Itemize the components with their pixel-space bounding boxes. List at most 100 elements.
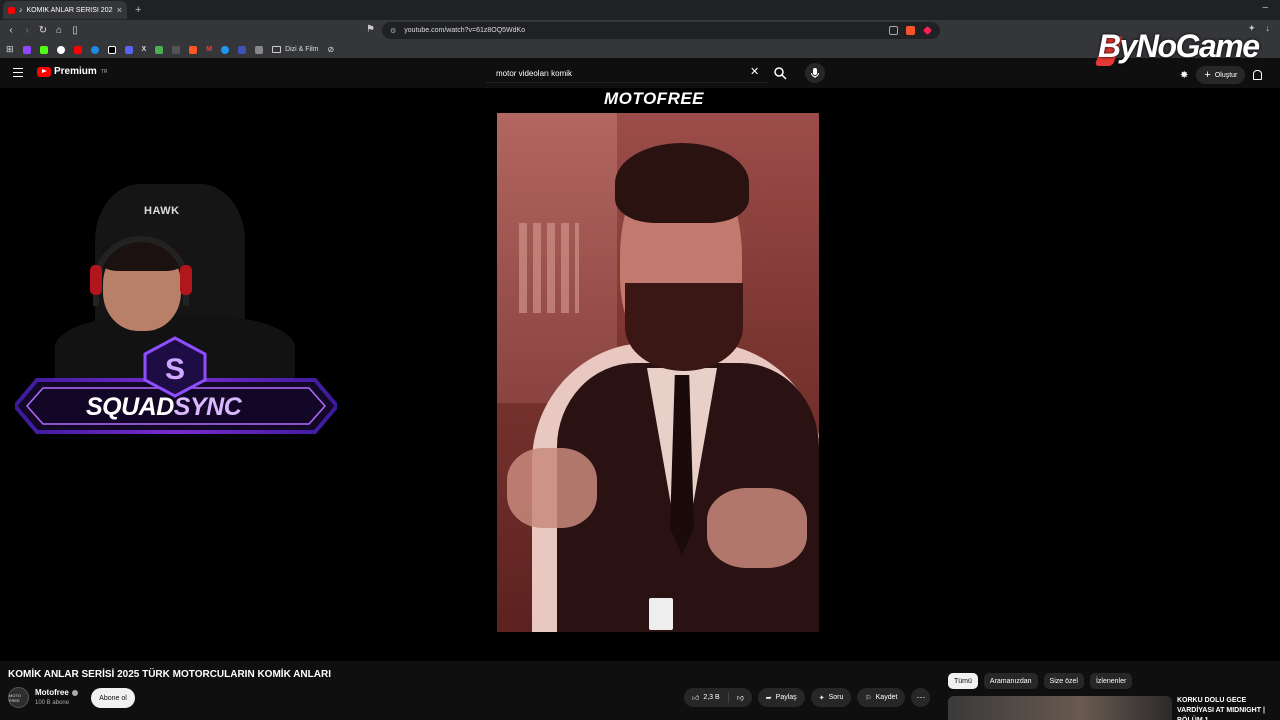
- bookmark-icon[interactable]: [107, 45, 116, 54]
- dislike-button[interactable]: 👎︎: [729, 688, 752, 707]
- home-icon[interactable]: ⌂: [51, 25, 67, 36]
- screen: ♪ KOMİK ANLAR SERİSİ 2025 TÜRK × + – ‹ ›…: [0, 0, 1280, 720]
- menu-icon[interactable]: [13, 68, 23, 77]
- bookmark-icon[interactable]: [238, 45, 247, 54]
- recommendation-thumbnail[interactable]: [948, 696, 1172, 720]
- thumbs-up-icon: 👍︎: [692, 695, 700, 702]
- cast-icon[interactable]: [889, 26, 898, 35]
- search-input[interactable]: motor videoları komik: [486, 64, 768, 83]
- bookmark-icon[interactable]: [73, 45, 82, 54]
- thumbs-down-icon: 👎︎: [736, 695, 744, 702]
- browser-tab[interactable]: ♪ KOMİK ANLAR SERİSİ 2025 TÜRK ×: [3, 1, 127, 19]
- headset-earcup: [90, 265, 102, 295]
- microphone-icon: [811, 68, 819, 78]
- recommendation-title[interactable]: KORKU DOLU GECE VARDİYASI AT MIDNIGHT | …: [1177, 696, 1280, 720]
- create-button[interactable]: + Oluştur: [1196, 66, 1246, 84]
- person-hand: [507, 448, 597, 528]
- sparkle-icon[interactable]: ✸: [1180, 70, 1188, 81]
- search-icon[interactable]: [773, 66, 787, 80]
- chip-watched[interactable]: İzlenenler: [1089, 673, 1133, 689]
- chair-logo: HAWK: [144, 205, 180, 217]
- bookmark-icon[interactable]: [124, 45, 133, 54]
- ask-label: Soru: [828, 694, 844, 701]
- extension-icons: [889, 26, 940, 35]
- bookmark-icon[interactable]: [221, 45, 230, 54]
- person-beard: [625, 283, 743, 371]
- share-button[interactable]: ➦ Paylaş: [757, 688, 805, 707]
- apps-icon[interactable]: ⊞: [6, 44, 14, 55]
- bookmarks-bar: ⊞ X M Dizi & Film ⊘: [0, 41, 1280, 58]
- rewards-icon[interactable]: [923, 26, 932, 35]
- bookmark-icon[interactable]: [56, 45, 65, 54]
- subscriber-count: 100 B abone: [35, 700, 70, 706]
- create-label: Oluştur: [1214, 71, 1238, 79]
- bookmark-icon: ⚐: [865, 694, 872, 702]
- subscribe-button[interactable]: Abone ol: [91, 688, 135, 708]
- id-badge: [649, 598, 673, 630]
- logo-region: TR: [100, 68, 108, 75]
- bookmark-icon[interactable]: [22, 45, 31, 54]
- person-hair: [615, 143, 749, 223]
- folder-icon: [272, 46, 282, 53]
- youtube-header: Premium TR motor videoları komik ✕: [0, 58, 1280, 88]
- bookmark-folder-label: Dizi & Film: [285, 46, 319, 53]
- channel-avatar[interactable]: MOTO FREE: [8, 687, 29, 708]
- share-label: Paylaş: [775, 694, 797, 701]
- chip-for-you[interactable]: Size özel: [1043, 673, 1084, 689]
- bookmark-icon[interactable]: [90, 45, 99, 54]
- bookmark-icon[interactable]: [39, 45, 48, 54]
- bookmark-folder[interactable]: Dizi & Film: [272, 46, 319, 53]
- address-bar[interactable]: ⚙ youtube.com/watch?v=61z8OQ5WdKo: [382, 22, 940, 39]
- youtube-play-icon: [37, 66, 51, 77]
- tab-title: KOMİK ANLAR SERİSİ 2025 TÜRK: [26, 6, 113, 14]
- download-icon[interactable]: ↓: [1266, 23, 1271, 34]
- save-button[interactable]: ⚐ Kaydet: [857, 688, 906, 707]
- forward-icon[interactable]: ›: [19, 25, 35, 36]
- bookmark-icon[interactable]: [155, 45, 164, 54]
- like-count: 2,3 B: [703, 694, 720, 701]
- svg-text:S: S: [165, 353, 185, 386]
- brave-shield-icon[interactable]: [906, 26, 915, 35]
- like-dislike-group: 👍︎ 2,3 B 👎︎: [684, 688, 752, 707]
- site-info-icon[interactable]: ⚙: [390, 27, 396, 35]
- video-watermark-title: MOTOFREE: [604, 89, 705, 108]
- gmail-icon[interactable]: M: [206, 46, 212, 53]
- share-icon: ➦: [765, 694, 772, 702]
- video-frame[interactable]: [497, 113, 819, 632]
- video-actions: 👍︎ 2,3 B 👎︎ ➦ Paylaş ✦ Soru ⚐ Kaydet ⋯: [684, 688, 931, 707]
- person-hand: [707, 488, 807, 568]
- more-options-icon[interactable]: ⋯: [911, 688, 931, 707]
- like-button[interactable]: 👍︎ 2,3 B: [684, 688, 728, 707]
- sparkle-icon: ✦: [818, 694, 825, 702]
- chip-all[interactable]: Tümü: [948, 673, 978, 689]
- bookmark-icon[interactable]: [172, 45, 181, 54]
- split-view-icon[interactable]: ▯: [67, 25, 83, 36]
- plus-icon: +: [1204, 69, 1211, 81]
- voice-search-button[interactable]: [805, 63, 825, 83]
- bookmark-icon[interactable]: [255, 45, 264, 54]
- reload-icon[interactable]: ↻: [35, 25, 51, 36]
- new-tab-icon[interactable]: +: [135, 4, 141, 16]
- clear-search-icon[interactable]: ✕: [750, 65, 759, 78]
- x-icon[interactable]: X: [142, 46, 147, 53]
- chip-from-search[interactable]: Aramanızdan: [983, 673, 1038, 689]
- url-text: youtube.com/watch?v=61z8OQ5WdKo: [404, 27, 526, 34]
- ask-button[interactable]: ✦ Soru: [810, 688, 852, 707]
- channel-name-text: Motofree: [35, 688, 69, 697]
- header-actions: ✸ + Oluştur: [1180, 66, 1263, 84]
- bookmark-globe-icon[interactable]: ⊘: [328, 45, 335, 54]
- bookmark-icon[interactable]: [189, 45, 198, 54]
- squadsync-text: SQUADSYNC: [86, 393, 242, 422]
- back-icon[interactable]: ‹: [3, 25, 19, 36]
- close-tab-icon[interactable]: ×: [117, 5, 122, 15]
- youtube-favicon-icon: [8, 6, 15, 14]
- minimize-icon[interactable]: –: [1262, 2, 1268, 13]
- notifications-bell-icon[interactable]: [1253, 70, 1263, 80]
- youtube-logo[interactable]: Premium TR: [37, 66, 107, 77]
- browser-tab-bar: ♪ KOMİK ANLAR SERİSİ 2025 TÜRK × + –: [0, 0, 1280, 20]
- save-label: Kaydet: [875, 694, 898, 701]
- recommendation-chips: Tümü Aramanızdan Size özel İzlenenler: [948, 673, 1133, 689]
- bookmark-page-icon[interactable]: ⚑: [366, 24, 375, 35]
- channel-name[interactable]: Motofree: [35, 688, 78, 697]
- search-query: motor videoları komik: [496, 68, 573, 78]
